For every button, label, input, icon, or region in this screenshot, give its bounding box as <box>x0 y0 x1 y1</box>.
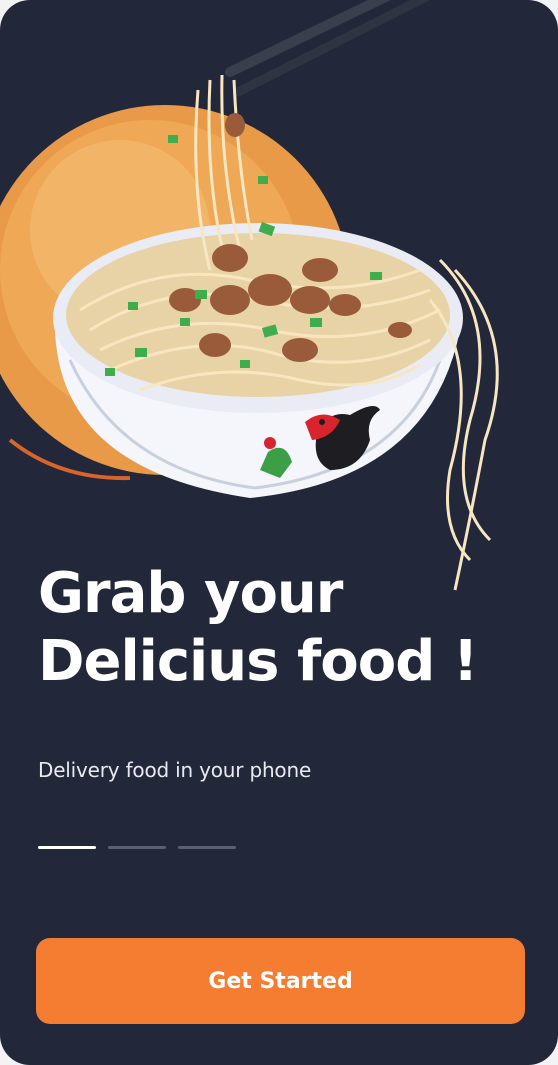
headline: Grab your Delicius food ! <box>38 560 478 696</box>
chopsticks <box>225 0 431 97</box>
page-indicator <box>38 846 236 849</box>
page-indicator-dot-1[interactable] <box>38 846 96 849</box>
page-indicator-dot-2[interactable] <box>108 846 166 849</box>
onboarding-screen: Grab your Delicius food ! Delivery food … <box>0 0 558 1065</box>
headline-line-2: Delicius food ! <box>38 629 478 694</box>
noodle-bowl-illustration <box>0 0 499 591</box>
page-indicator-dot-3[interactable] <box>178 846 236 849</box>
headline-line-1: Grab your <box>38 561 343 626</box>
subtitle: Delivery food in your phone <box>38 758 312 782</box>
get-started-button[interactable]: Get Started <box>36 938 525 1024</box>
